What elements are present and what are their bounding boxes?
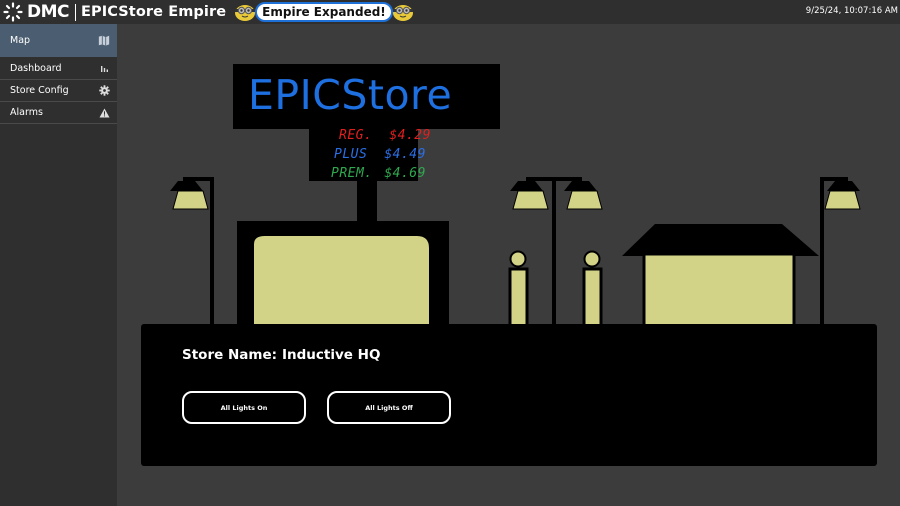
bar-chart-icon — [98, 63, 110, 75]
logo: DMC EPICStore Empire — [3, 0, 226, 24]
gear-icon — [98, 85, 110, 97]
store-sign-title: EPICStore — [248, 71, 453, 119]
house-building — [622, 224, 819, 331]
app-title: EPICStore Empire — [81, 4, 227, 20]
sidebar-item-label: Store Config — [10, 85, 69, 96]
sign-pole — [357, 181, 377, 221]
store-info-panel: Store Name: Inductive HQ All Lights On A… — [141, 324, 877, 466]
banner-text: Empire Expanded! — [255, 2, 393, 22]
sidebar-item-map[interactable]: Map — [0, 24, 117, 57]
store-name-value: Inductive HQ — [282, 347, 381, 363]
bollard-right — [582, 250, 603, 331]
street-lamp-right — [820, 177, 861, 327]
sidebar-item-store-config[interactable]: Store Config — [0, 80, 117, 102]
price-value: $4.49 — [384, 147, 426, 162]
timestamp: 9/25/24, 10:07:16 AM — [805, 6, 898, 16]
map-icon — [98, 34, 110, 46]
store-name-label: Store Name: — [182, 347, 277, 363]
sidebar-item-label: Dashboard — [10, 63, 62, 74]
all-lights-off-button[interactable]: All Lights Off — [327, 391, 451, 424]
sidebar-item-label: Alarms — [10, 107, 43, 118]
empire-banner: Empire Expanded! — [233, 2, 415, 22]
street-lamp-left — [170, 177, 214, 327]
price-label: REG. — [339, 128, 373, 143]
header-bar: DMC EPICStore Empire Empire Expanded! 9/… — [0, 0, 900, 24]
price-row-plus: PLUS $4.49 — [334, 147, 426, 162]
price-row-premium: PREM. $4.69 — [331, 166, 426, 181]
store-name: Store Name: Inductive HQ — [182, 347, 380, 363]
warning-icon — [98, 107, 110, 119]
price-label: PREM. — [331, 166, 373, 181]
sidebar-item-dashboard[interactable]: Dashboard — [0, 58, 117, 80]
price-label: PLUS — [334, 147, 368, 162]
price-value: $4.29 — [389, 128, 431, 143]
sidebar-item-label: Map — [10, 34, 31, 46]
sidebar: Map Dashboard Store Config Alarms — [0, 24, 117, 506]
price-value: $4.69 — [384, 166, 426, 181]
store-window — [252, 234, 431, 330]
logo-divider — [75, 3, 77, 21]
store-map-scene: EPICStore REG. $4.29 PLUS $4.49 PREM. $4… — [117, 24, 900, 506]
sunburst-logo-icon — [3, 2, 23, 22]
bollard-left — [508, 250, 529, 331]
sidebar-item-alarms[interactable]: Alarms — [0, 102, 117, 124]
all-lights-on-button[interactable]: All Lights On — [182, 391, 306, 424]
minion-right-icon — [392, 5, 413, 21]
price-row-regular: REG. $4.29 — [339, 128, 431, 143]
logo-text: DMC — [27, 2, 70, 22]
minion-left-icon — [235, 5, 256, 21]
